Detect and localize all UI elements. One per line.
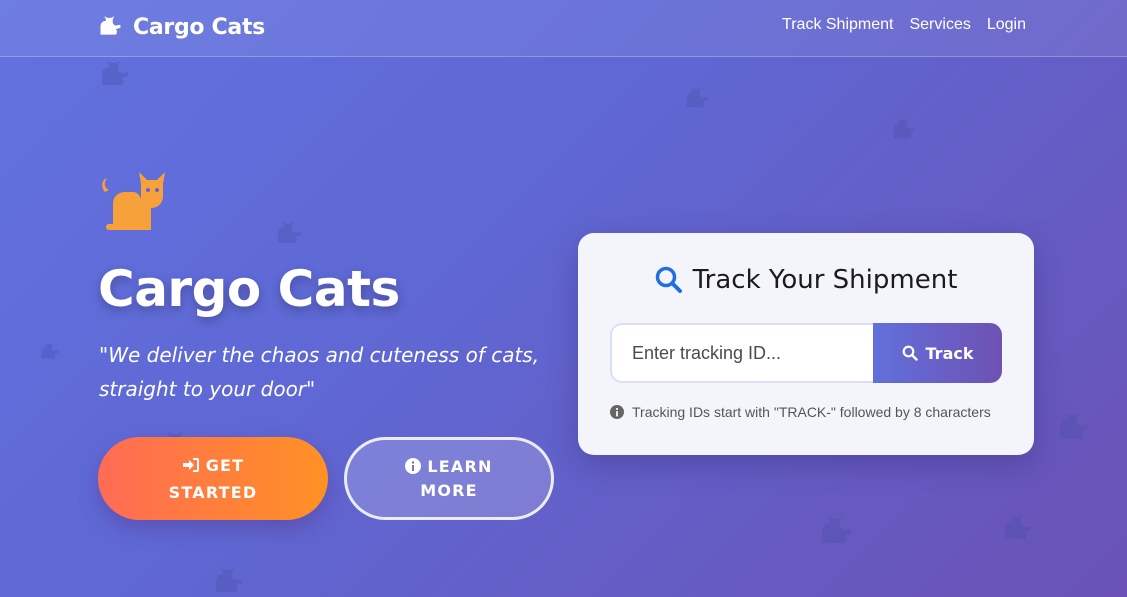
cat-icon: [100, 16, 121, 37]
tracking-hint-text: Tracking IDs start with "TRACK-" followe…: [632, 404, 991, 420]
search-icon: [655, 266, 682, 293]
get-started-label-line1: GET: [205, 455, 245, 475]
info-circle-icon: [610, 405, 624, 419]
brand-name: Cargo Cats: [133, 14, 265, 40]
background-cat-icon: [893, 118, 916, 141]
background-cat-icon: [822, 516, 852, 547]
tracking-id-input[interactable]: [610, 323, 874, 383]
track-button-label: Track: [925, 343, 974, 363]
hero-tagline: "We deliver the chaos and cuteness of ca…: [99, 343, 540, 401]
nav-link-login[interactable]: Login: [987, 16, 1026, 34]
tracking-hint: Tracking IDs start with "TRACK-" followe…: [610, 404, 1030, 420]
background-cat-icon: [1060, 413, 1088, 442]
track-button[interactable]: Track: [873, 323, 1002, 383]
background-cat-icon: [41, 342, 59, 361]
hero-title: Cargo Cats: [98, 260, 400, 318]
background-cat-icon: [1005, 515, 1031, 542]
hero-cat-icon: [102, 172, 165, 230]
get-started-label-line2: STARTED: [168, 482, 258, 502]
info-circle-icon: [405, 457, 422, 474]
track-card-header: Track Your Shipment: [578, 265, 1034, 295]
learn-more-button[interactable]: LEARN MORE: [344, 437, 554, 520]
track-card-title: Track Your Shipment: [692, 265, 958, 295]
track-shipment-card: Track Your Shipment Track Tracking IDs s…: [578, 233, 1034, 455]
background-cat-icon: [102, 61, 128, 88]
search-icon: [902, 345, 918, 361]
nav-links: Track Shipment Services Login: [782, 16, 1026, 34]
top-navbar: Cargo Cats Track Shipment Services Login: [0, 0, 1127, 57]
get-started-button[interactable]: GET STARTED: [98, 437, 328, 520]
learn-more-label-line2: MORE: [420, 480, 478, 500]
brand-logo[interactable]: Cargo Cats: [99, 13, 265, 41]
background-cat-icon: [216, 568, 242, 595]
nav-link-track-shipment[interactable]: Track Shipment: [782, 16, 893, 34]
nav-link-services[interactable]: Services: [909, 16, 970, 34]
background-cat-icon: [277, 221, 301, 246]
sign-in-icon: [182, 457, 199, 472]
background-cat-icon: [686, 87, 709, 110]
learn-more-label-line1: LEARN: [427, 456, 493, 476]
